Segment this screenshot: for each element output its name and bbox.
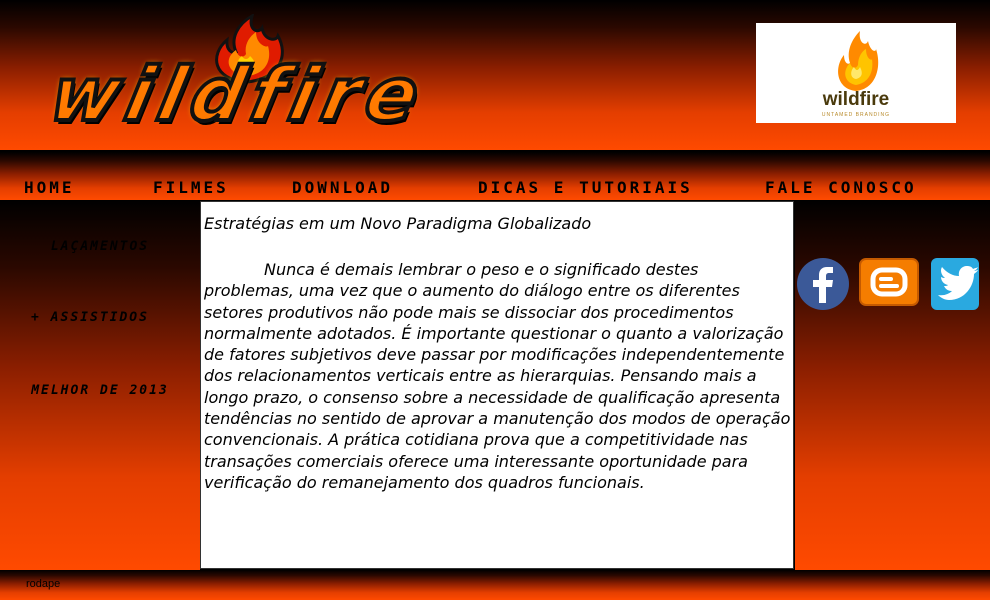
- blogger-icon[interactable]: [859, 258, 919, 306]
- site-header: wildfire wildfire UNTAMED BRANDING: [0, 0, 990, 150]
- logo-wordmark: wildfire: [41, 50, 436, 140]
- sidebar-item-melhor-de-2013[interactable]: MELHOR DE 2013: [0, 383, 200, 398]
- wildfire-logo[interactable]: wildfire: [22, 14, 732, 144]
- nav-home[interactable]: HOME: [24, 178, 75, 197]
- footer-text: rodape: [26, 578, 61, 590]
- left-sidebar: LAÇAMENTOS + ASSISTIDOS MELHOR DE 2013: [0, 200, 200, 570]
- brand-tagline: UNTAMED BRANDING: [821, 112, 891, 118]
- site-footer: rodape: [0, 570, 990, 600]
- brand-flame-icon: [838, 31, 879, 91]
- nav-filmes[interactable]: FILMES: [153, 178, 229, 197]
- right-sidebar: [795, 200, 990, 570]
- sidebar-item-mais-assistidos[interactable]: + ASSISTIDOS: [0, 310, 190, 325]
- article-title: Estratégias em um Novo Paradigma Globali…: [204, 214, 592, 233]
- main-nav: HOME FILMES DOWNLOAD DICAS E TUTORIAIS F…: [0, 152, 990, 200]
- nav-dicas-e-tutoriais[interactable]: DICAS E TUTORIAIS: [478, 178, 693, 197]
- nav-fale-conosco[interactable]: FALE CONOSCO: [765, 178, 917, 197]
- nav-download[interactable]: DOWNLOAD: [292, 178, 393, 197]
- sidebar-item-lancamentos[interactable]: LAÇAMENTOS: [0, 239, 200, 254]
- facebook-icon[interactable]: [796, 257, 850, 311]
- twitter-icon[interactable]: [930, 257, 980, 311]
- brand-banner[interactable]: wildfire UNTAMED BRANDING: [756, 23, 956, 123]
- article-body: Nunca é demais lembrar o peso e o signif…: [204, 260, 791, 492]
- main-content: Estratégias em um Novo Paradigma Globali…: [200, 201, 794, 569]
- brand-name: wildfire: [822, 89, 890, 110]
